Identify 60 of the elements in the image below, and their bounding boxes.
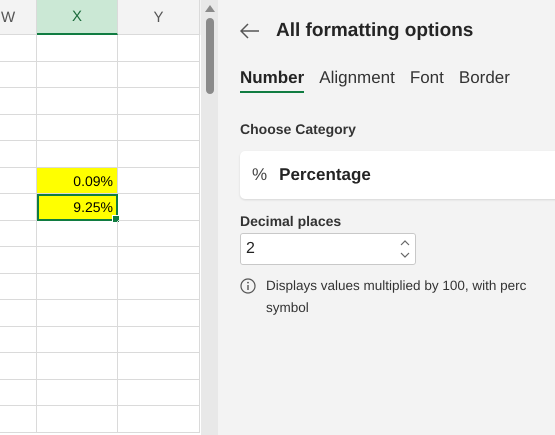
table-cell[interactable] xyxy=(0,88,37,114)
table-cell[interactable] xyxy=(0,380,37,406)
table-cell[interactable] xyxy=(0,274,37,300)
field-label: Decimal places xyxy=(240,213,342,229)
number-input[interactable]: 2 xyxy=(240,233,416,265)
table-cell[interactable]: 9.25% xyxy=(37,194,118,220)
description-text: Displays values multiplied by 100, with perc symbol xyxy=(266,277,526,317)
fill-handle[interactable] xyxy=(112,214,120,222)
category-dropdown[interactable]: % Percentage xyxy=(240,151,555,199)
table-cell[interactable] xyxy=(37,274,118,300)
table-cell[interactable] xyxy=(0,141,37,168)
table-cell[interactable] xyxy=(0,220,37,247)
tab[interactable]: Alignment xyxy=(319,68,395,93)
table-cell[interactable] xyxy=(0,114,37,141)
table-cell[interactable] xyxy=(37,35,118,62)
scroll-up-icon[interactable] xyxy=(204,4,214,12)
table-cell[interactable] xyxy=(118,62,200,88)
table-cell[interactable] xyxy=(37,220,118,247)
table-cell[interactable] xyxy=(0,326,37,353)
table-cell[interactable] xyxy=(118,35,200,62)
table-cell[interactable] xyxy=(0,300,37,326)
table-cell[interactable] xyxy=(0,353,37,380)
table-cell[interactable]: 0.09% xyxy=(37,168,118,194)
table-cell[interactable] xyxy=(118,274,200,300)
scroll-thumb[interactable] xyxy=(206,18,214,94)
table-cell[interactable] xyxy=(37,62,118,88)
column-header[interactable]: Y xyxy=(118,0,200,35)
tab[interactable]: Font xyxy=(410,68,444,93)
table-cell[interactable] xyxy=(118,247,200,274)
table-cell[interactable] xyxy=(37,114,118,141)
table-cell[interactable] xyxy=(118,353,200,380)
table-cell[interactable] xyxy=(118,220,200,247)
panel-title: All formatting options xyxy=(276,20,474,42)
tab[interactable]: Border xyxy=(458,68,510,93)
table-cell[interactable] xyxy=(118,194,200,220)
table-cell[interactable] xyxy=(0,247,37,274)
tab[interactable]: Number xyxy=(240,68,304,93)
info-icon xyxy=(240,278,256,294)
vertical-scrollbar[interactable] xyxy=(201,0,218,435)
table-cell[interactable] xyxy=(118,168,200,194)
table-cell[interactable] xyxy=(118,114,200,141)
table-cell[interactable] xyxy=(0,406,37,432)
table-cell[interactable] xyxy=(118,141,200,168)
table-cell[interactable] xyxy=(37,88,118,114)
table-cell[interactable] xyxy=(0,35,37,62)
table-cell[interactable] xyxy=(37,300,118,326)
column-header[interactable]: X xyxy=(37,0,118,35)
back-arrow-icon[interactable] xyxy=(240,23,260,39)
table-cell[interactable] xyxy=(118,380,200,406)
table-cell[interactable] xyxy=(118,300,200,326)
table-cell[interactable] xyxy=(37,353,118,380)
table-cell[interactable] xyxy=(118,326,200,353)
table-cell[interactable] xyxy=(37,406,118,432)
table-cell[interactable] xyxy=(37,326,118,353)
table-cell[interactable] xyxy=(37,247,118,274)
table-cell[interactable] xyxy=(118,88,200,114)
table-cell[interactable] xyxy=(0,62,37,88)
section-label: Choose Category xyxy=(240,121,357,137)
table-cell[interactable] xyxy=(37,380,118,406)
table-cell[interactable] xyxy=(118,406,200,432)
